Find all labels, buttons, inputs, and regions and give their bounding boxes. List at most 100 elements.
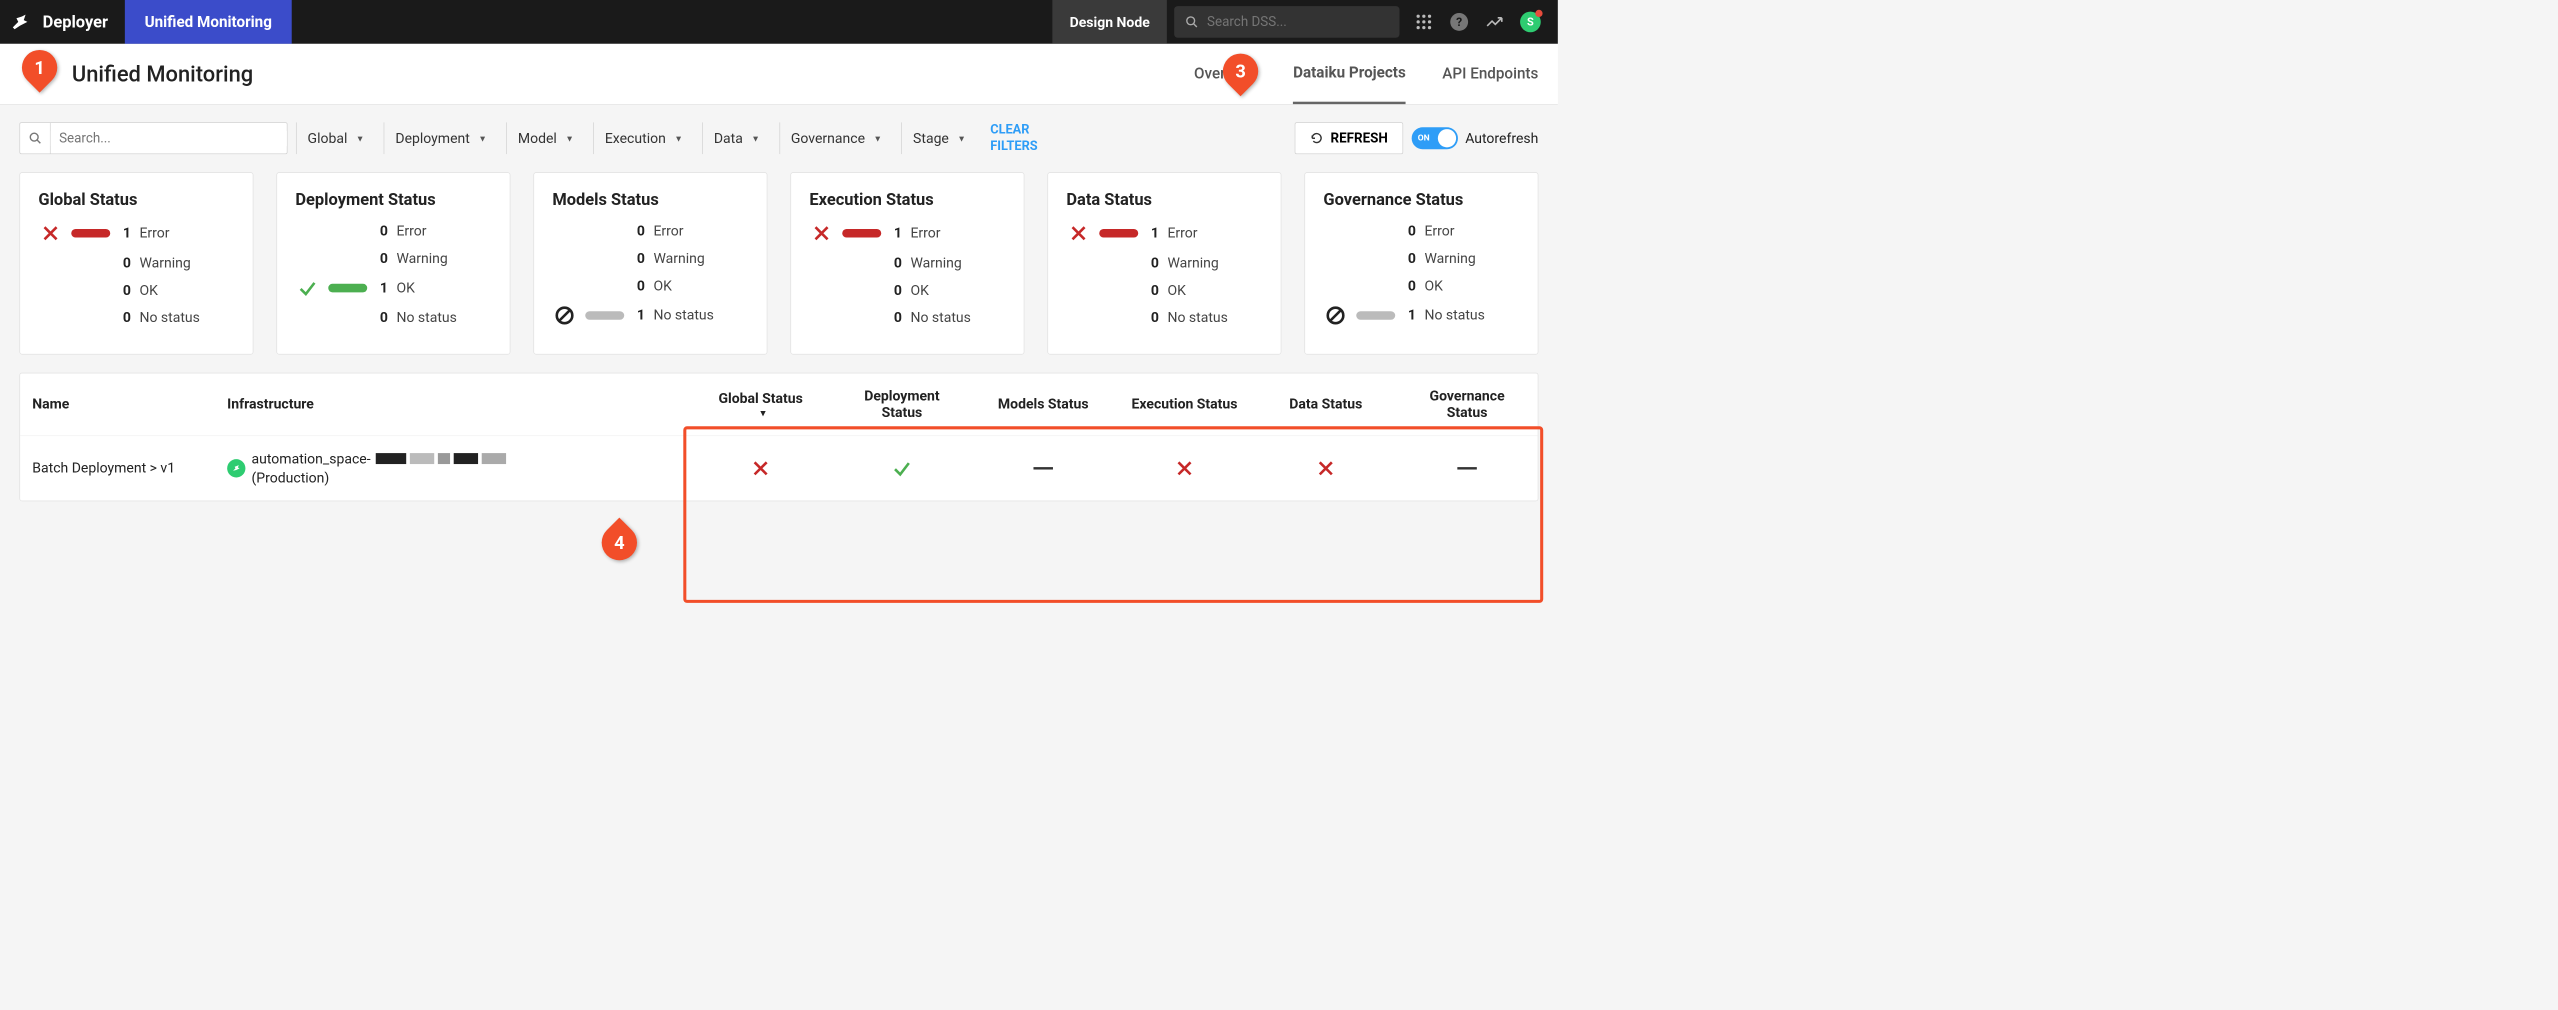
status-card[interactable]: Global Status 1 Error 0 Warning 0 OK 0 N… xyxy=(19,172,253,354)
th-global-status[interactable]: Global Status▾ xyxy=(690,388,831,421)
user-avatar[interactable]: S xyxy=(1520,12,1541,33)
status-label: No status xyxy=(1424,307,1484,323)
status-count: 0 xyxy=(1404,223,1416,239)
cell-data-status xyxy=(1255,458,1396,479)
filter-governance[interactable]: Governance▼ xyxy=(779,123,893,155)
tab-dataiku-projects[interactable]: Dataiku Projects xyxy=(1293,44,1406,104)
th-name[interactable]: Name xyxy=(20,388,215,421)
refresh-icon xyxy=(1310,132,1323,145)
global-search[interactable] xyxy=(1174,6,1399,38)
th-governance-status[interactable]: Governance Status xyxy=(1396,388,1537,421)
cell-global-status xyxy=(690,458,831,479)
status-label: Warning xyxy=(1424,250,1475,266)
status-row: 1 Error xyxy=(1066,223,1262,244)
status-label: OK xyxy=(653,277,671,293)
filter-stage[interactable]: Stage▼ xyxy=(901,123,976,155)
cell-execution-status xyxy=(1114,458,1255,479)
status-label: No status xyxy=(653,307,713,323)
x-icon xyxy=(1315,458,1336,479)
status-bar xyxy=(1356,311,1395,320)
top-nav-bar: Deployer Unified Monitoring Design Node … xyxy=(0,0,1558,44)
status-row: 0 OK xyxy=(809,282,1005,298)
status-card[interactable]: Execution Status 1 Error 0 Warning 0 OK … xyxy=(790,172,1024,354)
status-row: 0 Warning xyxy=(1323,250,1519,266)
filter-search-input[interactable] xyxy=(51,131,287,146)
clear-filters-link[interactable]: CLEAR FILTERS xyxy=(990,122,1051,155)
node-selector[interactable]: Design Node xyxy=(1053,0,1167,44)
card-title: Global Status xyxy=(38,190,234,209)
status-count: 0 xyxy=(633,223,645,239)
status-card[interactable]: Governance Status 0 Error 0 Warning 0 OK… xyxy=(1304,172,1538,354)
status-label: Error xyxy=(910,225,940,241)
status-count: 1 xyxy=(1147,225,1159,241)
app-logo[interactable] xyxy=(0,0,40,44)
status-card[interactable]: Models Status 0 Error 0 Warning 0 OK 1 N… xyxy=(533,172,767,354)
brand-name[interactable]: Deployer xyxy=(40,12,125,31)
status-bar xyxy=(585,311,624,320)
dash-icon xyxy=(1033,467,1052,469)
filter-search[interactable] xyxy=(19,123,287,155)
status-row: 0 Warning xyxy=(38,254,234,270)
status-count: 1 xyxy=(376,280,388,296)
filter-deployment[interactable]: Deployment▼ xyxy=(384,123,498,155)
status-card[interactable]: Deployment Status 0 Error 0 Warning 1 OK… xyxy=(276,172,510,354)
table-header: Name Infrastructure Global Status▾ Deplo… xyxy=(20,373,1538,436)
status-label: Warning xyxy=(653,250,704,266)
autorefresh-control: ON Autorefresh xyxy=(1412,127,1539,149)
card-title: Governance Status xyxy=(1323,190,1519,209)
search-icon xyxy=(28,132,41,145)
status-row: 1 OK xyxy=(295,277,491,298)
global-search-input[interactable] xyxy=(1207,14,1388,29)
refresh-button[interactable]: REFRESH xyxy=(1295,123,1403,155)
status-label: OK xyxy=(396,280,414,296)
status-cards: Global Status 1 Error 0 Warning 0 OK 0 N… xyxy=(0,172,1558,372)
status-label: Error xyxy=(396,223,426,239)
status-bar xyxy=(328,284,367,293)
status-card[interactable]: Data Status 1 Error 0 Warning 0 OK 0 No … xyxy=(1047,172,1281,354)
status-count: 0 xyxy=(1404,250,1416,266)
th-data-status[interactable]: Data Status xyxy=(1255,388,1396,421)
chevron-down-icon: ▼ xyxy=(674,133,682,143)
status-label: Warning xyxy=(910,254,961,270)
help-button[interactable]: ? xyxy=(1449,12,1468,31)
th-models-status[interactable]: Models Status xyxy=(973,388,1114,421)
activity-button[interactable] xyxy=(1485,12,1504,31)
status-count: 1 xyxy=(119,225,131,241)
status-label: OK xyxy=(1424,277,1442,293)
chevron-down-icon: ▾ xyxy=(761,407,766,419)
chevron-down-icon: ▼ xyxy=(478,133,486,143)
filter-global[interactable]: Global▼ xyxy=(296,123,375,155)
table-row[interactable]: Batch Deployment > v1 automation_space- … xyxy=(20,436,1538,501)
autorefresh-toggle[interactable]: ON xyxy=(1412,127,1458,149)
th-deployment-status[interactable]: Deployment Status xyxy=(831,388,972,421)
cell-infrastructure: automation_space- (Production) xyxy=(215,450,690,485)
status-row: 1 Error xyxy=(809,223,1005,244)
x-icon xyxy=(1174,458,1195,479)
status-count: 0 xyxy=(1147,309,1159,325)
card-title: Deployment Status xyxy=(295,190,491,209)
status-label: Warning xyxy=(139,254,190,270)
chevron-down-icon: ▼ xyxy=(751,133,759,143)
apps-grid-button[interactable] xyxy=(1414,12,1433,31)
status-row: 0 OK xyxy=(1323,277,1519,293)
status-row: 0 Warning xyxy=(552,250,748,266)
th-infrastructure[interactable]: Infrastructure xyxy=(215,388,690,421)
cell-deployment-status xyxy=(831,458,972,479)
filter-model[interactable]: Model▼ xyxy=(506,123,584,155)
filter-execution[interactable]: Execution▼ xyxy=(593,123,693,155)
deployments-table: Name Infrastructure Global Status▾ Deplo… xyxy=(19,372,1538,500)
th-execution-status[interactable]: Execution Status xyxy=(1114,388,1255,421)
svg-text:?: ? xyxy=(1456,15,1462,29)
page-title: Unified Monitoring xyxy=(72,61,1194,87)
status-label: Error xyxy=(653,223,683,239)
status-count: 0 xyxy=(376,250,388,266)
status-label: No status xyxy=(139,309,199,325)
filter-data[interactable]: Data▼ xyxy=(702,123,771,155)
nav-tab-unified-monitoring[interactable]: Unified Monitoring xyxy=(125,0,291,44)
help-icon: ? xyxy=(1449,12,1468,31)
x-icon xyxy=(40,223,61,244)
status-label: Warning xyxy=(396,250,447,266)
tab-api-endpoints[interactable]: API Endpoints xyxy=(1442,44,1538,104)
status-count: 0 xyxy=(1147,282,1159,298)
status-label: OK xyxy=(1167,282,1185,298)
